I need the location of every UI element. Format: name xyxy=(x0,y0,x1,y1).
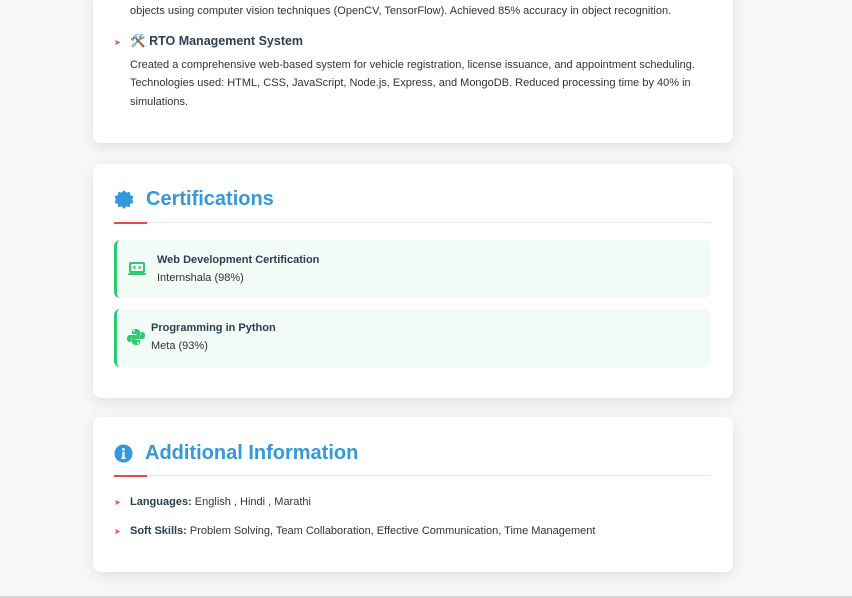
soft-skills-label: Soft Skills: xyxy=(130,525,187,537)
laptop-code-icon xyxy=(128,262,146,275)
project-title: 🛠️ RTO Management System xyxy=(130,34,303,49)
certifications-card: Certifications Web Development Certifica… xyxy=(93,164,733,398)
additional-information-card: Additional Information ➤ Languages: Engl… xyxy=(93,417,733,572)
certification-issuer: Meta (93%) xyxy=(151,340,208,352)
section-header: Additional Information xyxy=(114,442,358,465)
languages-row: Languages: English , Hindi , Marathi xyxy=(130,496,311,508)
info-circle-icon xyxy=(114,444,133,463)
certification-name: Web Development Certification xyxy=(157,254,320,266)
soft-skills-value: Problem Solving, Team Collaboration, Eff… xyxy=(189,525,596,537)
project-description-line-1: Created a comprehensive web-based system… xyxy=(130,59,695,71)
certificate-badge-icon xyxy=(114,189,134,209)
certification-issuer: Internshala (98%) xyxy=(157,272,244,284)
project-title-text: RTO Management System xyxy=(149,34,304,48)
section-divider xyxy=(114,222,711,224)
bullet-arrow-icon: ➤ xyxy=(114,498,121,507)
tools-icon: 🛠️ xyxy=(130,34,146,48)
section-title: Additional Information xyxy=(145,442,359,464)
languages-label: Languages: xyxy=(130,496,192,508)
section-header: Certifications xyxy=(114,188,274,211)
section-title: Certifications xyxy=(146,188,274,210)
certification-name: Programming in Python xyxy=(151,322,276,334)
divider-accent xyxy=(114,222,147,224)
bullet-arrow-icon: ➤ xyxy=(114,38,121,47)
project-description-line-2: Technologies used: HTML, CSS, JavaScript… xyxy=(130,77,691,89)
soft-skills-row: Soft Skills: Problem Solving, Team Colla… xyxy=(130,525,595,537)
bullet-arrow-icon: ➤ xyxy=(114,527,121,536)
certification-item: Programming in Python Meta (93%) xyxy=(114,309,711,367)
languages-value: English , Hindi , Marathi xyxy=(194,496,311,508)
project-description-line-3: simulations. xyxy=(130,96,189,108)
projects-card: objects using computer vision techniques… xyxy=(93,0,733,143)
python-icon xyxy=(127,329,145,345)
project-description: objects using computer vision techniques… xyxy=(130,5,672,17)
section-divider xyxy=(114,475,711,477)
certification-item: Web Development Certification Internshal… xyxy=(114,240,711,298)
divider-accent xyxy=(114,475,147,477)
